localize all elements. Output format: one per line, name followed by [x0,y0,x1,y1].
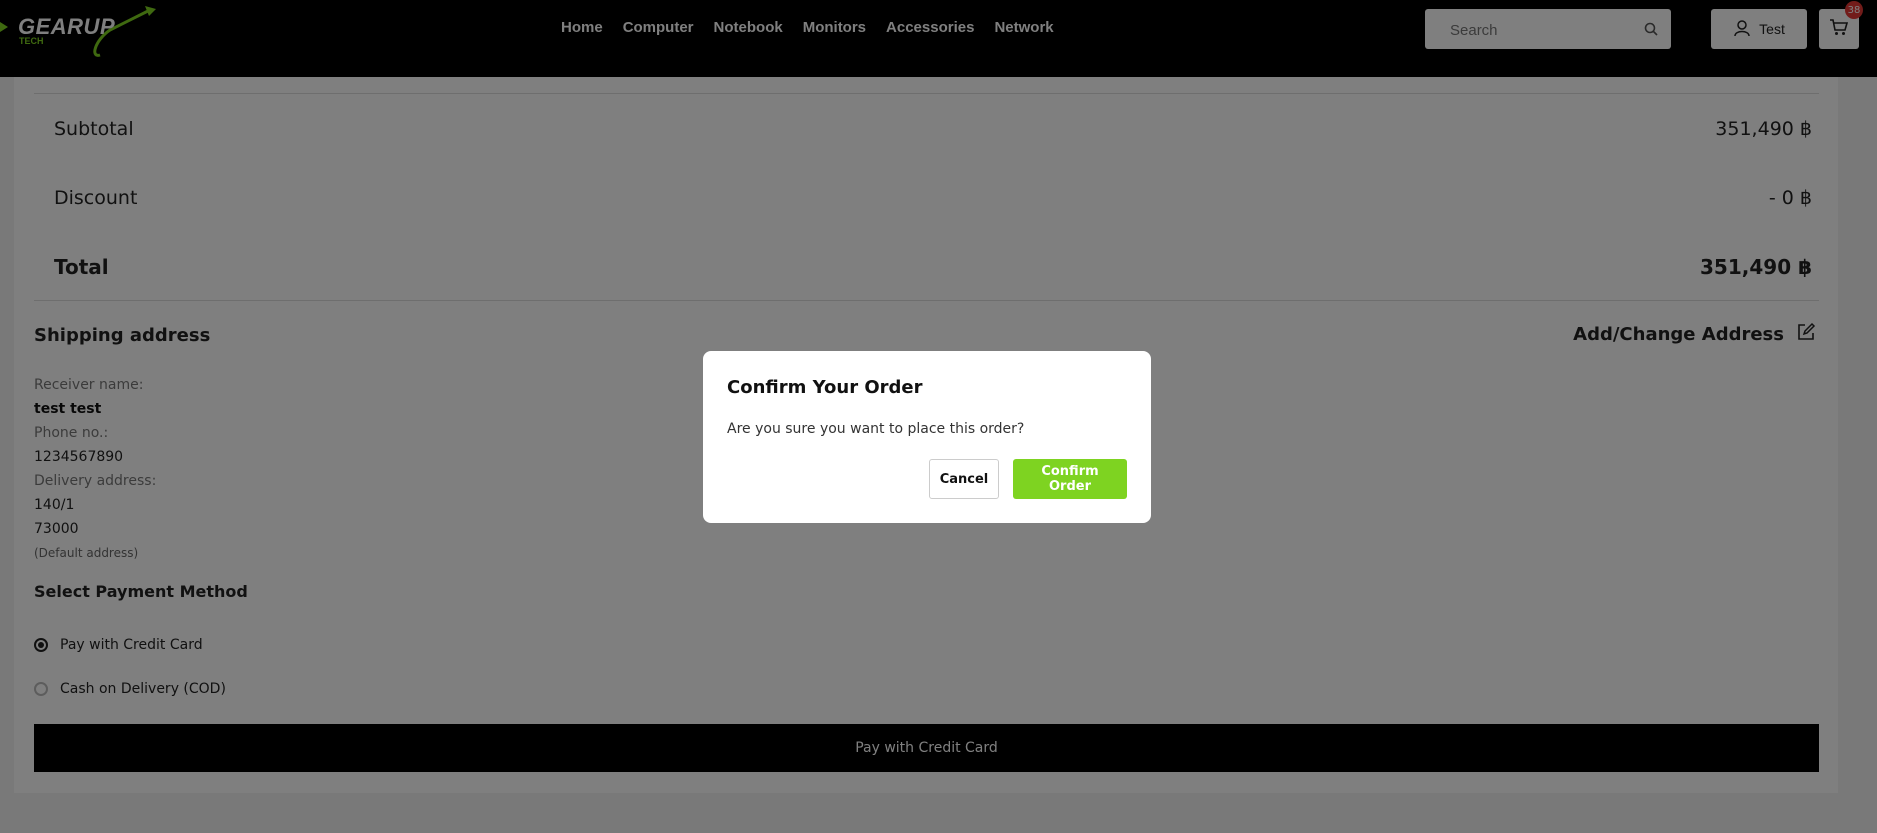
dialog-title: Confirm Your Order [727,377,923,398]
dialog-message: Are you sure you want to place this orde… [727,421,1025,437]
confirm-order-dialog: Confirm Your Order Are you sure you want… [703,351,1151,523]
confirm-order-button[interactable]: Confirm Order [1013,459,1127,499]
cancel-button[interactable]: Cancel [929,459,999,499]
